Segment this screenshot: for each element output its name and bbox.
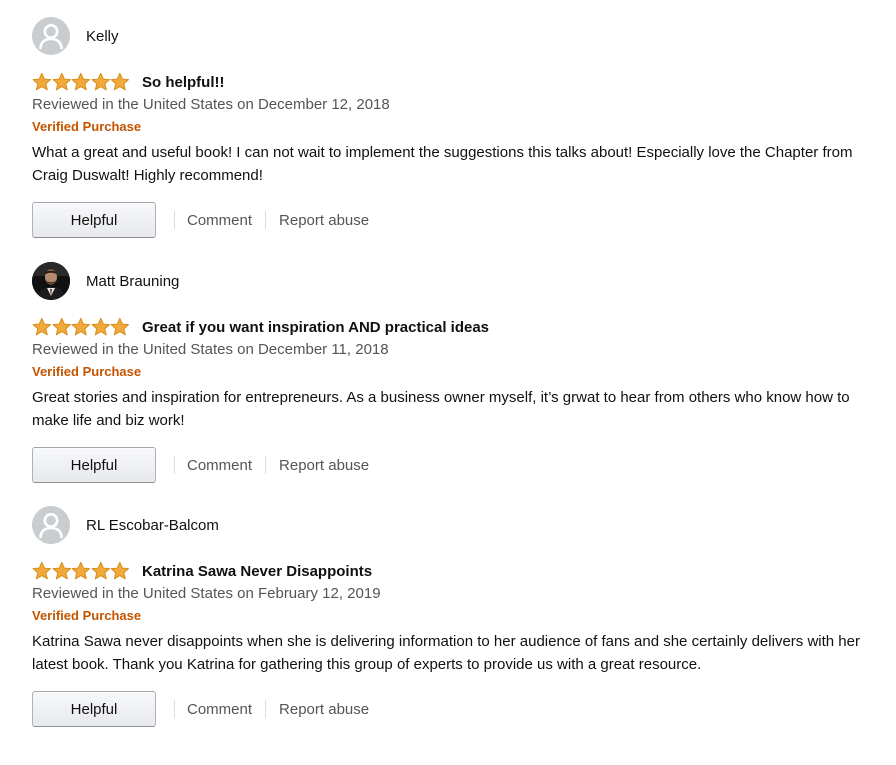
helpful-button[interactable]: Helpful — [32, 447, 156, 483]
reviewer-profile[interactable]: Kelly — [32, 17, 862, 55]
reviewer-profile[interactable]: RL Escobar-Balcom — [32, 506, 862, 544]
helpful-button[interactable]: Helpful — [32, 691, 156, 727]
star-icon — [71, 561, 91, 580]
star-icon — [91, 561, 110, 580]
report-abuse-link[interactable]: Report abuse — [266, 457, 382, 474]
review-title[interactable]: Great if you want inspiration AND practi… — [142, 319, 489, 336]
review-actions: Helpful Comment Report abuse — [32, 446, 862, 484]
star-icon — [52, 317, 71, 336]
review-date: Reviewed in the United States on Decembe… — [32, 96, 390, 113]
helpful-button[interactable]: Helpful — [32, 202, 156, 238]
review-body: What a great and useful book! I can not … — [32, 144, 853, 184]
review-date: Reviewed in the United States on Decembe… — [32, 341, 389, 358]
five-star-rating-icon[interactable] — [32, 72, 130, 92]
report-abuse-link[interactable]: Report abuse — [266, 701, 382, 718]
review-title[interactable]: So helpful!! — [142, 74, 225, 91]
star-icon — [110, 72, 130, 91]
star-icon — [71, 317, 91, 336]
default-avatar-icon — [32, 17, 70, 55]
review-item: Kelly So helpful!! Reviewed in the Unite… — [32, 17, 862, 239]
review-body: Great stories and inspiration for entrep… — [32, 389, 850, 429]
star-icon — [32, 317, 52, 336]
star-icon — [32, 72, 52, 91]
review-item: Matt Brauning Great if you want inspirat… — [32, 262, 862, 484]
review-title[interactable]: Katrina Sawa Never Disappoints — [142, 563, 372, 580]
verified-purchase-badge: Verified Purchase — [32, 119, 142, 134]
star-icon — [71, 72, 91, 91]
review-item: RL Escobar-Balcom Katrina Sawa Never Dis… — [32, 506, 862, 728]
default-avatar-icon — [32, 506, 70, 544]
comment-link[interactable]: Comment — [175, 212, 265, 229]
review-date: Reviewed in the United States on Februar… — [32, 585, 381, 602]
review-body: Katrina Sawa never disappoints when she … — [32, 633, 860, 673]
comment-link[interactable]: Comment — [175, 457, 265, 474]
reviewer-name[interactable]: RL Escobar-Balcom — [86, 517, 219, 534]
verified-purchase-badge: Verified Purchase — [32, 364, 142, 379]
user-photo-avatar — [32, 262, 70, 300]
five-star-rating-icon[interactable] — [32, 317, 130, 337]
star-icon — [52, 72, 71, 91]
reviewer-name[interactable]: Kelly — [86, 28, 119, 45]
comment-link[interactable]: Comment — [175, 701, 265, 718]
star-icon — [91, 72, 110, 91]
star-icon — [32, 561, 52, 580]
star-icon — [110, 561, 130, 580]
reviewer-name[interactable]: Matt Brauning — [86, 273, 179, 290]
report-abuse-link[interactable]: Report abuse — [266, 212, 382, 229]
reviewer-profile[interactable]: Matt Brauning — [32, 262, 862, 300]
verified-purchase-badge: Verified Purchase — [32, 608, 142, 623]
five-star-rating-icon[interactable] — [32, 561, 130, 581]
review-actions: Helpful Comment Report abuse — [32, 201, 862, 239]
star-icon — [110, 317, 130, 336]
star-icon — [52, 561, 71, 580]
star-icon — [91, 317, 110, 336]
review-actions: Helpful Comment Report abuse — [32, 690, 862, 728]
